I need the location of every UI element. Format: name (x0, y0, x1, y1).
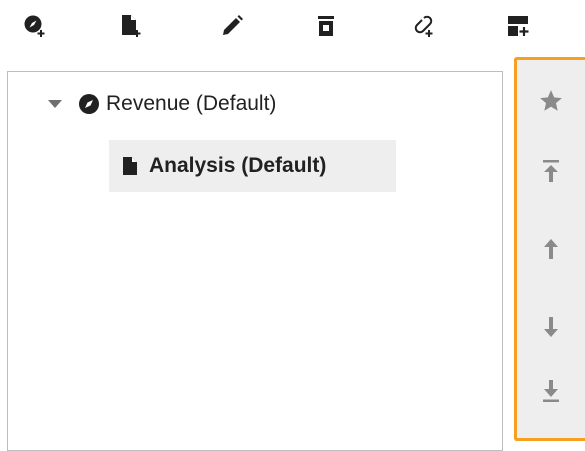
move-to-bottom-button[interactable] (536, 376, 566, 406)
reorder-actions-panel (514, 57, 585, 441)
tree-item-child[interactable]: Analysis (Default) (109, 140, 396, 192)
move-to-top-button[interactable] (536, 156, 566, 186)
add-dashboard-button[interactable] (17, 8, 53, 44)
tree-item-label: Analysis (Default) (149, 154, 327, 177)
delete-icon (318, 16, 334, 36)
add-page-button[interactable] (112, 8, 148, 44)
add-dashboard-icon (24, 15, 45, 37)
move-down-icon (544, 317, 558, 337)
move-down-button[interactable] (536, 312, 566, 342)
tree-item-label: Revenue (Default) (106, 92, 277, 115)
toolbar (0, 0, 585, 50)
page-icon (109, 156, 139, 176)
add-layout-icon (508, 16, 529, 36)
move-up-button[interactable] (536, 234, 566, 264)
delete-button[interactable] (308, 8, 344, 44)
dashboard-icon (66, 93, 100, 115)
move-to-top-icon (543, 160, 559, 182)
add-link-icon (414, 15, 433, 37)
set-default-button[interactable] (536, 86, 566, 116)
move-up-icon (544, 239, 558, 259)
add-layout-button[interactable] (500, 8, 536, 44)
dashboard-tree-panel (7, 71, 503, 451)
add-page-icon (122, 15, 141, 37)
edit-icon (223, 15, 243, 35)
tree-item-root[interactable]: Revenue (Default) (44, 84, 276, 124)
add-link-button[interactable] (405, 8, 441, 44)
star-icon (540, 90, 562, 111)
edit-button[interactable] (214, 8, 250, 44)
move-to-bottom-icon (543, 380, 559, 402)
chevron-down-icon[interactable] (44, 93, 66, 115)
